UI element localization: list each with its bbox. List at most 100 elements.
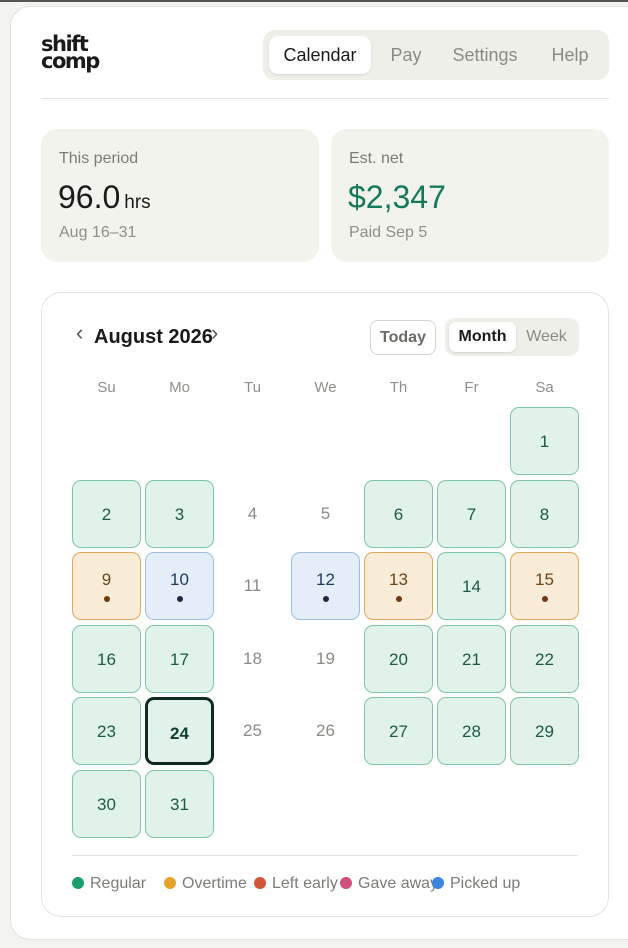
calendar-day[interactable]: 10 [145, 552, 214, 621]
weekday-fr: Fr [464, 379, 479, 396]
calendar-day[interactable]: 25 [218, 697, 287, 765]
calendar-day[interactable]: 5 [291, 480, 360, 548]
day-number: 25 [243, 721, 262, 741]
day-number: 10 [170, 570, 189, 590]
calendar-day[interactable]: 4 [218, 480, 287, 548]
weekday-tu: Tu [244, 379, 261, 396]
calendar-day[interactable]: 1 [510, 407, 579, 475]
day-number: 12 [316, 570, 335, 590]
legend-label: Regular [90, 875, 147, 892]
day-number: 27 [389, 722, 408, 742]
day-number: 4 [247, 503, 258, 523]
view-week-button[interactable]: Week [518, 322, 575, 352]
calendar-day[interactable]: 14 [437, 552, 506, 621]
calendar-day[interactable]: 29 [510, 697, 579, 766]
weekday-th: Th [389, 379, 408, 396]
pay-date: Paid Sep 5 [349, 224, 428, 241]
legend-divider [72, 855, 578, 856]
legend-swatch-icon [254, 877, 266, 889]
weekday-su: Su [97, 379, 116, 396]
calendar-day[interactable]: 23 [72, 697, 141, 766]
day-number: 22 [535, 649, 554, 669]
calendar-day[interactable]: 9 [72, 552, 141, 621]
day-number: 24 [170, 724, 189, 744]
calendar-day[interactable]: 18 [218, 625, 287, 693]
period-hours-value: 96.0 hrs [58, 179, 151, 216]
calendar-day[interactable]: 6 [364, 479, 433, 548]
calendar-day[interactable]: 20 [364, 624, 433, 693]
calendar-day[interactable]: 21 [437, 624, 506, 693]
day-number: 8 [539, 504, 550, 524]
day-number: 28 [462, 722, 481, 742]
calendar-panel: ‹ August 2026 › Today Month Week Su Mo Tu W… [41, 292, 609, 917]
period-hours-number: 96.0 [58, 179, 121, 215]
est-net-value: $2,347 [348, 179, 446, 215]
calendar-day[interactable]: 12 [291, 552, 360, 621]
day-number: 31 [170, 795, 189, 814]
calendar-day[interactable]: 2 [72, 479, 141, 548]
calendar-day[interactable]: 13 [364, 552, 433, 621]
nav-tab-help[interactable]: Help [543, 36, 597, 74]
period-hours-unit: hrs [124, 192, 151, 213]
legend-label: Gave away [358, 875, 439, 892]
nav-tab-pay[interactable]: Pay [381, 36, 431, 74]
legend-swatch-icon [72, 877, 84, 889]
day-number: 29 [535, 722, 554, 742]
calendar-day[interactable]: 15 [510, 552, 579, 621]
calendar-day[interactable]: 16 [72, 624, 141, 693]
calendar-day[interactable]: 27 [364, 697, 433, 766]
calendar-day[interactable]: 17 [145, 624, 214, 693]
view-toggle: Month Week [445, 318, 579, 356]
est-net-card: Est. net $2,347 Paid Sep 5 [331, 129, 609, 262]
day-number: 7 [466, 504, 477, 524]
next-month-icon[interactable]: › [211, 320, 218, 346]
calendar-day[interactable]: 11 [218, 552, 287, 620]
calendar-day[interactable]: 28 [437, 697, 506, 766]
day-number: 16 [97, 649, 116, 669]
shift-dot-icon [323, 596, 329, 603]
day-number: 21 [462, 649, 481, 669]
window-top-border [0, 0, 628, 2]
day-number: 13 [389, 570, 408, 590]
day-number: 30 [97, 795, 116, 814]
calendar-day[interactable]: 22 [510, 624, 579, 693]
nav-tab-settings[interactable]: Settings [443, 36, 527, 74]
app-logo[interactable]: shift comp [41, 34, 103, 72]
main-nav: Calendar Pay Settings Help [263, 30, 609, 80]
day-number: 17 [170, 649, 189, 669]
calendar-day[interactable]: 19 [291, 625, 360, 693]
day-number: 26 [316, 721, 335, 741]
calendar-day[interactable]: 26 [291, 697, 360, 765]
legend-item: Picked up [432, 875, 520, 893]
day-number: 19 [316, 648, 335, 668]
calendar-day[interactable]: 31 [145, 770, 214, 838]
legend-label: Picked up [450, 875, 521, 892]
legend-label: Left early [272, 875, 338, 892]
day-number: 9 [101, 570, 112, 590]
day-number: 1 [539, 432, 550, 451]
day-number: 2 [101, 504, 112, 524]
legend-item: Gave away [340, 875, 438, 893]
nav-tab-calendar[interactable]: Calendar [269, 36, 371, 74]
prev-month-icon[interactable]: ‹ [76, 320, 83, 346]
period-hours-card: This period 96.0 hrs Aug 16–31 [41, 129, 319, 262]
weekday-mo: Mo [169, 379, 190, 396]
calendar-day[interactable]: 7 [437, 479, 506, 548]
legend-item: Regular [72, 875, 146, 893]
day-number: 23 [97, 722, 116, 742]
view-month-button[interactable]: Month [449, 322, 516, 352]
shift-dot-icon [396, 596, 402, 603]
today-button[interactable]: Today [370, 320, 436, 355]
calendar-day[interactable]: 30 [72, 770, 141, 838]
weekday-sa: Sa [535, 379, 554, 396]
legend-swatch-icon [340, 877, 352, 889]
calendar-day[interactable]: 8 [510, 479, 579, 548]
legend-swatch-icon [164, 877, 176, 889]
est-net-label: Est. net [349, 150, 404, 167]
shift-dot-icon [104, 596, 110, 603]
day-number: 3 [174, 504, 185, 524]
calendar-day[interactable]: 3 [145, 479, 214, 548]
day-number: 15 [535, 570, 554, 590]
header-divider [41, 98, 609, 99]
calendar-day[interactable]: 24 [145, 697, 214, 766]
